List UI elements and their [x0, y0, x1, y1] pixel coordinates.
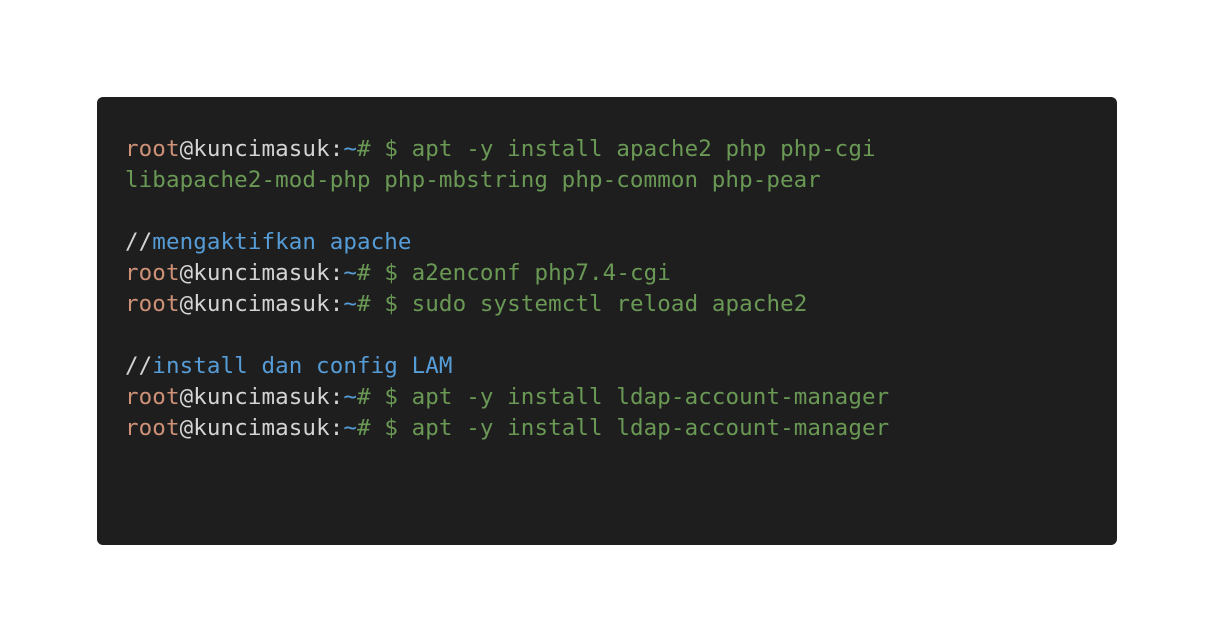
- prompt-tilde: ~: [343, 260, 358, 286]
- comment-text: install dan config LAM: [152, 353, 453, 379]
- terminal-window: root@kuncimasuk:~# $ apt -y install apac…: [97, 97, 1117, 545]
- terminal-line-1: root@kuncimasuk:~# $ apt -y install apac…: [125, 134, 1117, 165]
- prompt-hash: #: [357, 291, 371, 317]
- prompt-tilde: ~: [343, 384, 358, 410]
- prompt-host: kuncimasuk: [193, 136, 330, 162]
- prompt-colon: :: [329, 260, 344, 286]
- prompt-tilde: ~: [343, 136, 358, 162]
- prompt-hash: #: [357, 260, 371, 286]
- prompt-at: @: [179, 415, 194, 441]
- command-text: sudo systemctl reload apache2: [411, 291, 808, 317]
- terminal-line-10: root@kuncimasuk:~# $ apt -y install ldap…: [125, 413, 1117, 444]
- prompt-host: kuncimasuk: [193, 260, 330, 286]
- terminal-line-6: root@kuncimasuk:~# $ sudo systemctl relo…: [125, 289, 1117, 320]
- comment-slashes: //: [125, 229, 153, 255]
- prompt-user: root: [125, 136, 180, 162]
- prompt-hash: #: [357, 415, 371, 441]
- terminal-line-4: //mengaktifkan apache: [125, 227, 1117, 258]
- terminal-line-9: root@kuncimasuk:~# $ apt -y install ldap…: [125, 382, 1117, 413]
- prompt-at: @: [179, 291, 194, 317]
- prompt-at: @: [179, 260, 194, 286]
- prompt-user: root: [125, 384, 180, 410]
- command-text: apt -y install ldap-account-manager: [411, 415, 890, 441]
- prompt-user: root: [125, 415, 180, 441]
- prompt-hash: #: [357, 384, 371, 410]
- comment-text: mengaktifkan apache: [152, 229, 412, 255]
- terminal-line-5: root@kuncimasuk:~# $ a2enconf php7.4-cgi: [125, 258, 1117, 289]
- command-text: a2enconf php7.4-cgi: [411, 260, 671, 286]
- prompt-dollar: $: [370, 291, 412, 317]
- prompt-at: @: [179, 384, 194, 410]
- prompt-colon: :: [329, 291, 344, 317]
- prompt-colon: :: [329, 415, 344, 441]
- prompt-tilde: ~: [343, 291, 358, 317]
- prompt-user: root: [125, 260, 180, 286]
- prompt-tilde: ~: [343, 415, 358, 441]
- prompt-host: kuncimasuk: [193, 415, 330, 441]
- prompt-dollar: $: [370, 384, 412, 410]
- prompt-hash: #: [357, 136, 371, 162]
- prompt-host: kuncimasuk: [193, 384, 330, 410]
- command-text: apt -y install ldap-account-manager: [411, 384, 890, 410]
- terminal-line-2: libapache2-mod-php php-mbstring php-comm…: [125, 165, 1117, 196]
- prompt-dollar: $: [370, 415, 412, 441]
- prompt-at: @: [179, 136, 194, 162]
- command-continuation: libapache2-mod-php php-mbstring php-comm…: [125, 167, 821, 193]
- command-text: apt -y install apache2 php php-cgi: [411, 136, 876, 162]
- prompt-colon: :: [329, 384, 344, 410]
- prompt-host: kuncimasuk: [193, 291, 330, 317]
- terminal-line-8: //install dan config LAM: [125, 351, 1117, 382]
- prompt-dollar: $: [370, 136, 412, 162]
- prompt-dollar: $: [370, 260, 412, 286]
- prompt-colon: :: [329, 136, 344, 162]
- prompt-user: root: [125, 291, 180, 317]
- comment-slashes: //: [125, 353, 153, 379]
